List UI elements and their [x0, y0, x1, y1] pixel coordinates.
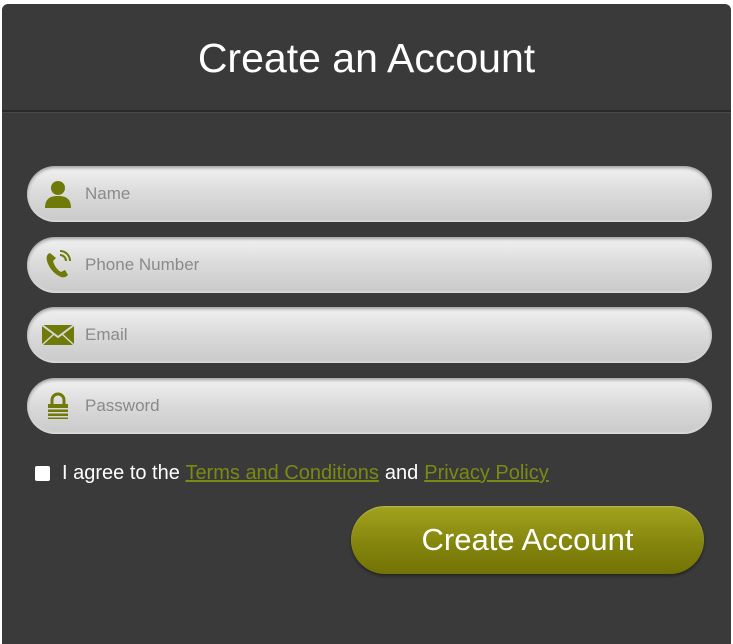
create-account-button[interactable]: Create Account [351, 506, 704, 574]
panel-header: Create an Account [2, 4, 731, 112]
email-field[interactable] [27, 307, 712, 363]
phone-field[interactable] [27, 236, 712, 293]
terms-link[interactable]: Terms and Conditions [185, 462, 378, 485]
user-icon [41, 177, 75, 211]
signup-form [27, 166, 712, 448]
lock-icon [41, 389, 75, 423]
password-field[interactable] [27, 377, 712, 434]
name-field[interactable] [27, 166, 712, 222]
agree-prefix: I agree to the [62, 462, 180, 484]
email-input[interactable] [85, 307, 712, 363]
name-input[interactable] [85, 166, 712, 222]
password-input[interactable] [85, 377, 712, 434]
agree-conjunction: and [384, 462, 419, 484]
phone-icon [41, 248, 75, 282]
envelope-icon [41, 318, 75, 352]
page-title: Create an Account [197, 34, 536, 81]
terms-agreement: I agree to the Terms and Conditions and … [35, 462, 549, 485]
phone-input[interactable] [85, 236, 712, 293]
privacy-link[interactable]: Privacy Policy [424, 462, 548, 485]
agree-checkbox[interactable] [35, 466, 50, 481]
